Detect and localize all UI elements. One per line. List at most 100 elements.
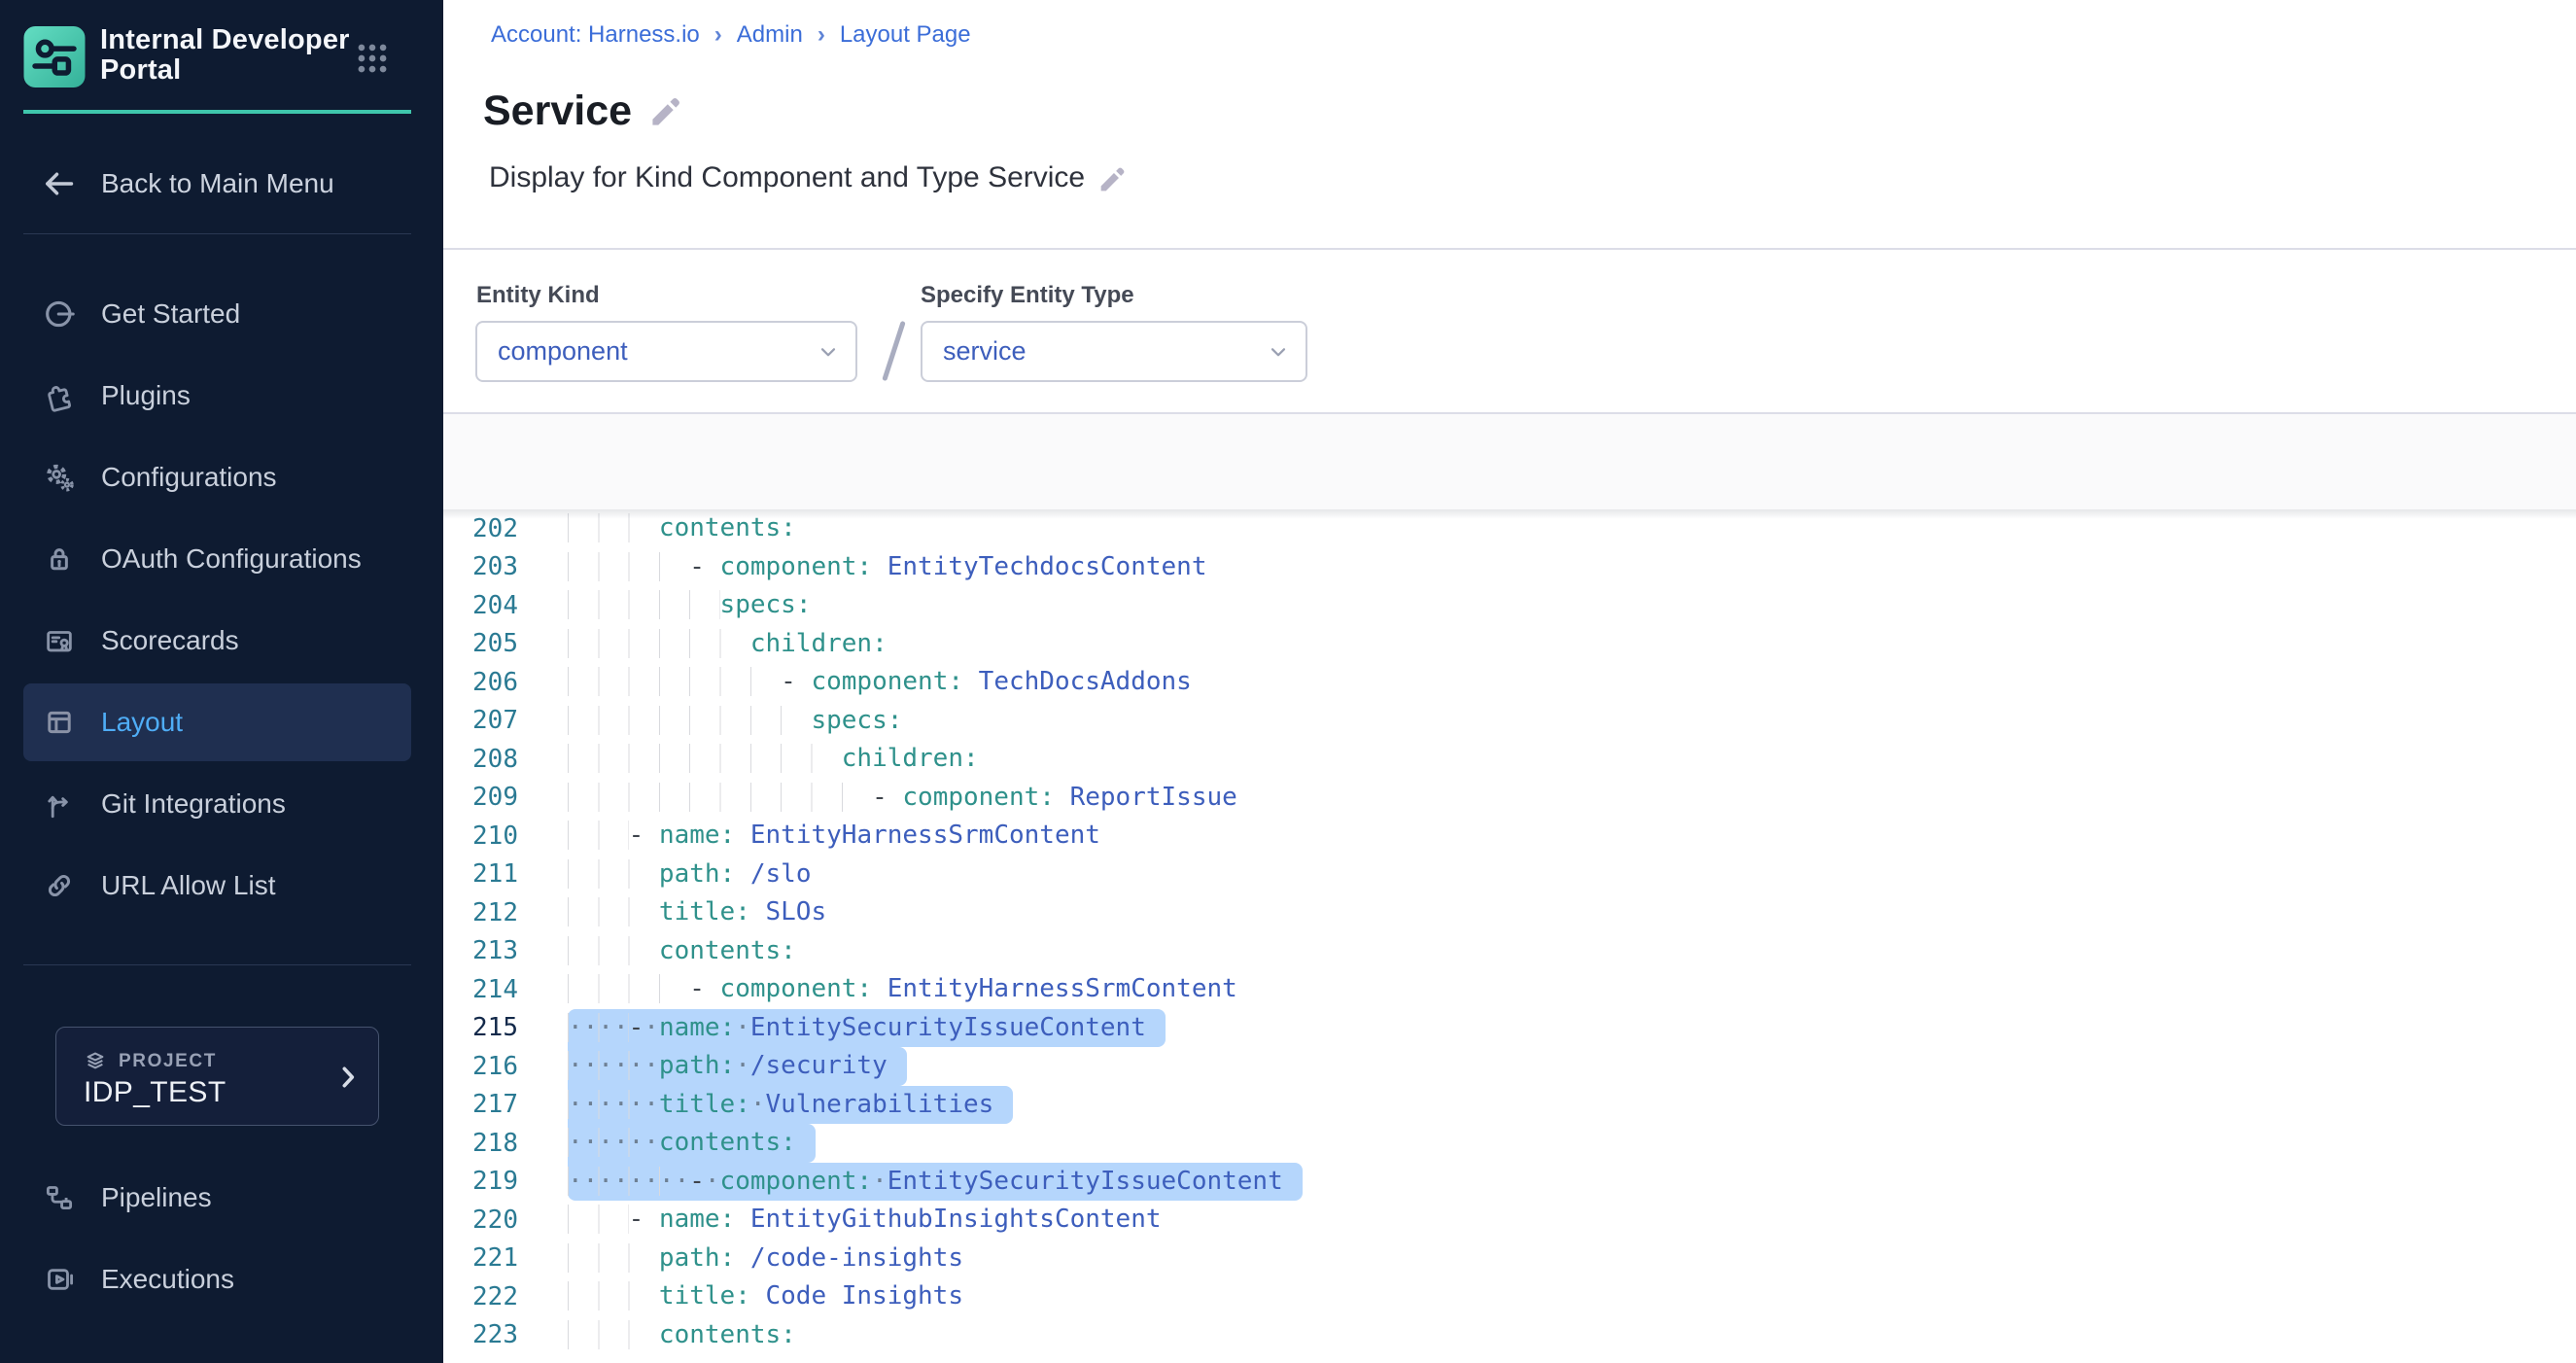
code-line[interactable]: 215····-·name:·EntitySecurityIssueConten… bbox=[443, 1009, 2576, 1048]
line-number[interactable]: 213 bbox=[443, 936, 518, 965]
app-title: Internal Developer Portal bbox=[100, 25, 377, 86]
sidebar-item-oauth-configurations[interactable]: OAuth Configurations bbox=[23, 520, 411, 598]
sidebar-item-executions[interactable]: Executions bbox=[23, 1241, 411, 1318]
sidebar-divider bbox=[23, 233, 411, 234]
code-line-text: title: SLOs bbox=[568, 893, 826, 932]
sidebar-item-label: Scorecards bbox=[101, 625, 239, 656]
code-line-text: - component: EntityTechdocsContent bbox=[568, 548, 1206, 587]
idp-logo-icon[interactable] bbox=[23, 26, 86, 87]
line-number[interactable]: 208 bbox=[443, 745, 518, 774]
code-line[interactable]: 203 - component: EntityTechdocsContent bbox=[443, 548, 2576, 587]
edit-title-pencil-icon[interactable] bbox=[647, 95, 682, 130]
sidebar-item-plugins[interactable]: Plugins bbox=[23, 357, 411, 435]
line-number[interactable]: 207 bbox=[443, 706, 518, 735]
code-line[interactable]: 214 - component: EntityHarnessSrmContent bbox=[443, 970, 2576, 1009]
line-number[interactable]: 219 bbox=[443, 1167, 518, 1196]
sidebar-item-label: Executions bbox=[101, 1264, 234, 1295]
code-line[interactable]: 217 ······title:·Vulnerabilities bbox=[443, 1086, 2576, 1125]
page-title: Service bbox=[483, 87, 632, 135]
sidebar-item-configurations[interactable]: Configurations bbox=[23, 438, 411, 516]
code-line[interactable]: 221 path: /code-insights bbox=[443, 1240, 2576, 1278]
back-to-main-menu[interactable]: Back to Main Menu bbox=[23, 156, 411, 212]
line-number[interactable]: 209 bbox=[443, 783, 518, 812]
edit-subtitle-pencil-icon[interactable] bbox=[1097, 165, 1127, 195]
line-number[interactable]: 217 bbox=[443, 1090, 518, 1119]
line-number[interactable]: 223 bbox=[443, 1320, 518, 1349]
line-number[interactable]: 206 bbox=[443, 668, 518, 697]
line-number[interactable]: 220 bbox=[443, 1206, 518, 1235]
project-selector[interactable]: PROJECT IDP_TEST bbox=[55, 1027, 379, 1126]
sidebar-item-label: URL Allow List bbox=[101, 870, 275, 901]
sidebar-item-pipelines[interactable]: Pipelines bbox=[23, 1159, 411, 1237]
code-editor[interactable]: 202 contents:203 - component: EntityTech… bbox=[443, 509, 2576, 1363]
entity-kind-select[interactable]: component bbox=[475, 321, 857, 382]
editor-top-band bbox=[443, 414, 2576, 509]
line-number[interactable]: 214 bbox=[443, 975, 518, 1004]
code-line-text: contents: bbox=[568, 1316, 796, 1355]
code-line[interactable]: 207 specs: bbox=[443, 702, 2576, 741]
pipelines-icon bbox=[43, 1181, 76, 1214]
code-line[interactable]: 223 contents: bbox=[443, 1316, 2576, 1355]
line-number[interactable]: 216 bbox=[443, 1052, 518, 1081]
breadcrumb-account[interactable]: Account: Harness.io bbox=[491, 21, 700, 49]
code-line[interactable]: 213 contents: bbox=[443, 932, 2576, 971]
code-line[interactable]: 205 children: bbox=[443, 625, 2576, 664]
code-line[interactable]: 206 - component: TechDocsAddons bbox=[443, 663, 2576, 702]
code-line[interactable]: 208 children: bbox=[443, 740, 2576, 779]
breadcrumb-layout-page[interactable]: Layout Page bbox=[840, 21, 971, 49]
line-number[interactable]: 222 bbox=[443, 1282, 518, 1311]
sidebar-divider bbox=[23, 964, 411, 965]
code-line-text: children: bbox=[568, 625, 888, 664]
code-line[interactable]: 216······path:·/security bbox=[443, 1047, 2576, 1086]
line-number[interactable]: 205 bbox=[443, 629, 518, 658]
code-line[interactable]: 218 ······contents: bbox=[443, 1124, 2576, 1163]
code-line-text: title: Code Insights bbox=[568, 1277, 963, 1316]
layout-icon bbox=[43, 706, 76, 739]
code-line-text: children: bbox=[568, 740, 979, 779]
app-launcher-grid-icon[interactable] bbox=[354, 40, 391, 77]
sidebar-item-url-allow-list[interactable]: URL Allow List bbox=[23, 847, 411, 925]
code-line[interactable]: 220 - name: EntityGithubInsightsContent bbox=[443, 1201, 2576, 1240]
code-line-text: ······title:·Vulnerabilities bbox=[568, 1086, 1013, 1125]
entity-kind-label: Entity Kind bbox=[476, 282, 600, 309]
code-line[interactable]: 211 path: /slo bbox=[443, 856, 2576, 894]
git-branch-icon bbox=[43, 787, 76, 821]
sidebar-item-git-integrations[interactable]: Git Integrations bbox=[23, 765, 411, 843]
sidebar-item-layout[interactable]: Layout bbox=[23, 683, 411, 761]
line-number[interactable]: 210 bbox=[443, 821, 518, 851]
breadcrumb-separator-icon: › bbox=[714, 21, 722, 49]
line-number[interactable]: 211 bbox=[443, 859, 518, 889]
sidebar-item-label: Configurations bbox=[101, 462, 277, 493]
line-number[interactable]: 218 bbox=[443, 1129, 518, 1158]
kind-type-separator bbox=[878, 319, 909, 383]
code-line-text: path: /code-insights bbox=[568, 1240, 963, 1278]
code-line[interactable]: 219········-·component:·EntitySecurityIs… bbox=[443, 1163, 2576, 1202]
entity-type-select[interactable]: service bbox=[921, 321, 1307, 382]
line-number[interactable]: 212 bbox=[443, 898, 518, 927]
sidebar-item-scorecards[interactable]: Scorecards bbox=[23, 602, 411, 680]
code-line[interactable]: 222 title: Code Insights bbox=[443, 1277, 2576, 1316]
code-line-text: ······contents: bbox=[568, 1124, 816, 1163]
plugins-icon bbox=[43, 379, 76, 412]
breadcrumb-admin[interactable]: Admin bbox=[737, 21, 803, 49]
back-to-main-menu-label: Back to Main Menu bbox=[101, 168, 334, 199]
project-name: IDP_TEST bbox=[84, 1076, 226, 1109]
chevron-down-icon bbox=[816, 339, 841, 365]
chevron-down-icon bbox=[1266, 339, 1291, 365]
code-line[interactable]: 210 - name: EntityHarnessSrmContent bbox=[443, 817, 2576, 856]
code-line[interactable]: 209 - component: ReportIssue bbox=[443, 779, 2576, 818]
sidebar-item-get-started[interactable]: Get Started bbox=[23, 275, 411, 353]
sidebar-menu: Get Started Plugins Configurations bbox=[23, 275, 411, 928]
code-line-text: - name: EntityHarnessSrmContent bbox=[568, 817, 1100, 856]
code-line[interactable]: 204 specs: bbox=[443, 586, 2576, 625]
code-line-text: path: /slo bbox=[568, 856, 811, 894]
line-number[interactable]: 221 bbox=[443, 1243, 518, 1273]
code-line[interactable]: 212 title: SLOs bbox=[443, 893, 2576, 932]
line-number[interactable]: 215 bbox=[443, 1013, 518, 1042]
header-divider bbox=[443, 248, 2576, 250]
line-number[interactable]: 203 bbox=[443, 552, 518, 581]
breadcrumb: Account: Harness.io › Admin › Layout Pag… bbox=[491, 21, 971, 49]
sidebar-item-label: OAuth Configurations bbox=[101, 543, 362, 575]
line-number[interactable]: 204 bbox=[443, 591, 518, 620]
code-line-text: specs: bbox=[568, 702, 902, 741]
